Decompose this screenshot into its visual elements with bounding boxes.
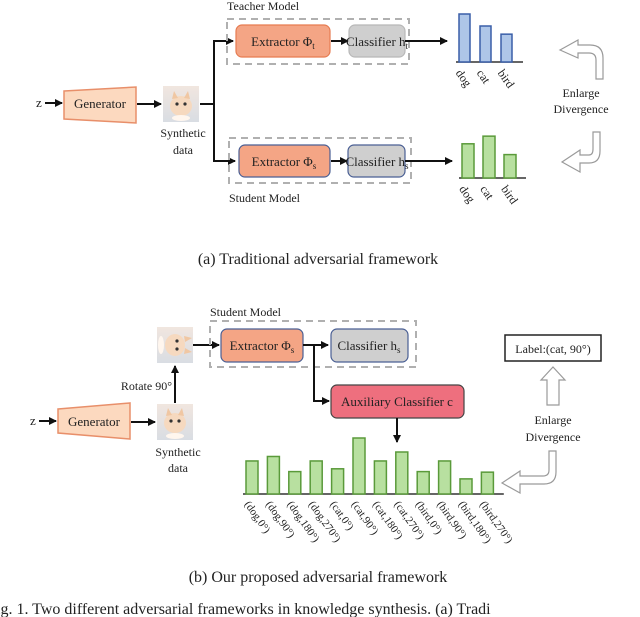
z-input-label-b: z (30, 413, 36, 428)
auxiliary-classifier-label: Auxiliary Classifier c (341, 394, 453, 409)
bar-bird-90 (437, 460, 452, 495)
enlarge-arrow-to-aux-bars-icon (500, 450, 557, 495)
label-box-text: Label:(cat, 90°) (515, 342, 590, 356)
figure-canvas: z Generator Synthetic data Teacher Model… (0, 0, 609, 617)
synthetic-data-label-line2: data (173, 143, 194, 157)
synthetic-data-label-b-line1: Synthetic (155, 445, 200, 459)
data-to-teacher-arrow (200, 37, 234, 105)
panel-b: z Generator Synthetic data Rotate 90° St… (30, 305, 602, 586)
bar-cat-90 (352, 437, 366, 495)
enlarge-label-line1: Enlarge (562, 86, 599, 100)
bar-dog-180 (288, 470, 302, 495)
enlarge-label-b-line2: Divergence (525, 430, 580, 444)
bar-label: cat (477, 183, 497, 203)
bar-label: dog (456, 183, 478, 206)
teacher-output-bars: dog cat bird (453, 13, 523, 91)
bar-dog (458, 13, 471, 63)
bar-label: cat (474, 67, 494, 87)
z-input-label: z (36, 95, 42, 110)
student-output-bars: dog cat bird (456, 135, 526, 207)
enlarge-label-line2: Divergence (553, 102, 608, 116)
panel-a: z Generator Synthetic data Teacher Model… (36, 0, 609, 268)
teacher-model-label: Teacher Model (227, 0, 300, 13)
bar-label: dog (453, 67, 475, 90)
bar-dog (461, 143, 475, 179)
caption-b: (b) Our proposed adversarial framework (189, 569, 448, 586)
synthetic-cat-image-b (157, 404, 193, 440)
data-to-student-arrow (213, 104, 236, 165)
bar-dog-270 (309, 460, 323, 495)
auxiliary-output-bars: (dog,0°)(dog,90°)(dog,180°)(dog,270°)(ca… (242, 437, 515, 546)
up-arrow-to-label-icon (539, 366, 567, 406)
bar-cat-270 (395, 451, 409, 495)
bar-bird-270 (480, 471, 495, 495)
student-classifier-label: Classifier hs (345, 154, 409, 171)
bar-cat-180 (373, 460, 388, 495)
rotate-label: Rotate 90° (121, 379, 172, 393)
bar-cat-0 (330, 468, 345, 495)
synthetic-cat-image (163, 86, 199, 122)
bar-dog-90 (266, 455, 281, 495)
student-model-label: Student Model (229, 191, 301, 205)
enlarge-label-b-line1: Enlarge (534, 413, 571, 427)
generator-label: Generator (74, 96, 127, 111)
generator-label-b: Generator (68, 414, 121, 429)
bar-cat (479, 25, 492, 63)
student-model-label-b: Student Model (210, 305, 282, 319)
teacher-classifier-label: Classifier ht (346, 34, 409, 51)
student-classifier-label-b: Classifier hs (337, 338, 401, 355)
bar-dog-0 (245, 460, 259, 495)
teacher-extractor-label: Extractor Φt (251, 34, 315, 51)
synthetic-data-label-b-line2: data (168, 461, 189, 475)
student-extractor-label: Extractor Φs (252, 154, 317, 171)
bar-label: bird (495, 67, 518, 91)
bar-bird (503, 153, 517, 179)
caption-a: (a) Traditional adversarial framework (198, 251, 438, 268)
bar-label: bird (498, 183, 521, 207)
synthetic-data-label-line1: Synthetic (160, 126, 205, 140)
extractor-to-aux-arrow (313, 345, 330, 405)
enlarge-arrow-to-teacher-icon (558, 38, 604, 80)
student-extractor-label-b: Extractor Φs (230, 338, 295, 355)
figure-caption-fragment: ig. 1. Two different adversarial framewo… (0, 601, 491, 617)
bar-bird-180 (459, 478, 473, 495)
rotated-cat-image (157, 327, 193, 363)
enlarge-arrow-to-student-icon (560, 131, 601, 174)
bar-bird (500, 33, 513, 63)
bar-cat (482, 135, 496, 179)
bar-bird-0 (416, 470, 430, 495)
